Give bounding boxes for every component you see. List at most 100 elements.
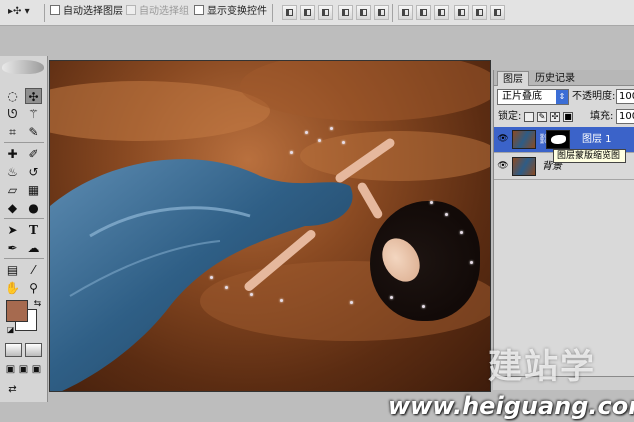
layer-mask-thumbnail[interactable] <box>546 130 570 149</box>
align-horizontal-centers-button[interactable] <box>356 5 371 20</box>
layer-name: 图层 1 <box>582 134 612 145</box>
crystal <box>225 286 228 289</box>
distribute-right-button[interactable] <box>490 5 505 20</box>
photoshop-window: ▸✣ ▾ 自动选择图层 自动选择组 显示变换控件 ◌ ✣ ᘎ ⚚ ⌗ ✎ ✚ ✐… <box>0 0 634 422</box>
hand-icon[interactable]: ✋ <box>4 280 21 296</box>
align-left-edges-button[interactable] <box>338 5 353 20</box>
blend-mode-select[interactable]: 正片叠底 ⇕ <box>497 89 569 105</box>
auto-select-group-label: 自动选择组 <box>139 6 189 17</box>
gradient-icon[interactable]: ▦ <box>25 182 42 198</box>
auto-select-layer-checkbox[interactable]: 自动选择图层 <box>50 4 123 20</box>
tooltip: 图层蒙版缩览图 <box>553 149 626 163</box>
crystal <box>390 296 393 299</box>
watermark-url: www.heiguang.com <box>388 392 634 420</box>
crystal <box>210 276 213 279</box>
healing-brush-icon[interactable]: ✚ <box>4 146 21 162</box>
lock-transparency-icon[interactable] <box>524 112 534 122</box>
crystal <box>280 299 283 302</box>
distribute-top-button[interactable] <box>398 5 413 20</box>
type-icon[interactable]: T <box>25 222 42 238</box>
jump-to-imageready-icon[interactable]: ⇄ <box>4 382 21 398</box>
checkbox-icon <box>194 5 204 15</box>
align-vertical-centers-button[interactable] <box>300 5 315 20</box>
opacity-input[interactable]: 100% <box>616 89 634 104</box>
marquee-icon[interactable]: ◌ <box>4 88 21 104</box>
crystal <box>460 231 463 234</box>
default-colors-icon[interactable]: ◪ <box>2 322 19 338</box>
magic-wand-icon[interactable]: ⚚ <box>25 106 42 122</box>
move-tool-preset-icon[interactable]: ▸✣ ▾ <box>8 4 30 20</box>
align-right-edges-button[interactable] <box>374 5 389 20</box>
eye-icon[interactable]: 👁 <box>497 134 509 144</box>
eye-icon[interactable]: 👁 <box>497 161 509 171</box>
layer-thumbnail[interactable] <box>512 130 536 149</box>
fill-input[interactable]: 100% <box>616 109 634 124</box>
tab-history[interactable]: 历史记录 <box>530 71 580 86</box>
zoom-icon[interactable]: ⚲ <box>25 280 42 296</box>
checkbox-icon <box>50 5 60 15</box>
foreground-color-swatch[interactable] <box>6 300 28 322</box>
lock-all-icon[interactable]: ■ <box>563 112 573 122</box>
crystal <box>290 151 293 154</box>
pen-icon[interactable]: ✒ <box>4 240 21 256</box>
distribute-vertical-centers-button[interactable] <box>416 5 431 20</box>
swap-colors-icon[interactable]: ⇆ <box>29 296 46 312</box>
history-brush-icon[interactable]: ↺ <box>25 164 42 180</box>
watermark-logo: 建站学 <box>488 347 596 387</box>
crystal <box>445 213 448 216</box>
distribute-horizontal-centers-button[interactable] <box>472 5 487 20</box>
tool-divider <box>4 258 44 259</box>
blur-icon[interactable]: ◆ <box>4 200 21 216</box>
shape-icon[interactable]: ☁ <box>25 240 42 256</box>
tool-divider <box>4 142 44 143</box>
lasso-icon[interactable]: ᘎ <box>4 106 21 122</box>
dodge-icon[interactable]: ● <box>25 200 42 216</box>
tool-divider <box>4 218 44 219</box>
tab-layers[interactable]: 图层 <box>497 71 529 86</box>
crystal <box>470 261 473 264</box>
crystal <box>342 141 345 144</box>
auto-select-group-checkbox[interactable]: 自动选择组 <box>126 4 189 20</box>
options-divider <box>44 4 45 22</box>
checkbox-icon <box>126 5 136 15</box>
show-transform-controls-label: 显示变换控件 <box>207 6 267 17</box>
show-transform-controls-checkbox[interactable]: 显示变换控件 <box>194 4 267 20</box>
panel-tab-bar: 图层 历史记录 <box>494 70 634 86</box>
document-canvas[interactable] <box>49 60 491 392</box>
eyedropper-icon[interactable]: ⁄ <box>25 262 42 278</box>
crystal <box>350 301 353 304</box>
standard-mode-button[interactable] <box>5 343 22 357</box>
crop-icon[interactable]: ⌗ <box>4 124 21 140</box>
lock-image-icon[interactable]: ✎ <box>537 112 547 122</box>
path-select-icon[interactable]: ➤ <box>4 222 21 238</box>
dropdown-arrow-icon: ⇕ <box>556 90 568 104</box>
blue-dress <box>50 159 353 391</box>
lock-position-icon[interactable]: ✣ <box>550 112 560 122</box>
move-icon[interactable]: ✣ <box>25 88 42 104</box>
clone-stamp-icon[interactable]: ♨ <box>4 164 21 180</box>
distribute-left-button[interactable] <box>454 5 469 20</box>
lock-label: 锁定: <box>498 111 522 122</box>
tools-panel: ◌ ✣ ᘎ ⚚ ⌗ ✎ ✚ ✐ ♨ ↺ ▱ ▦ ◆ ● ➤ T ✒ ☁ ▤ ⁄ … <box>0 56 48 402</box>
feather-logo-icon <box>2 60 44 74</box>
layer-thumbnail[interactable] <box>512 157 536 176</box>
slice-icon[interactable]: ✎ <box>25 124 42 140</box>
fill-label: 填充: <box>590 111 614 122</box>
options-bar: ▸✣ ▾ 自动选择图层 自动选择组 显示变换控件 <box>0 0 634 26</box>
notes-icon[interactable]: ▤ <box>4 262 21 278</box>
crystal <box>430 201 433 204</box>
crystal <box>330 127 333 130</box>
blend-mode-value: 正片叠底 <box>502 91 542 102</box>
crystal <box>422 305 425 308</box>
brush-icon[interactable]: ✐ <box>25 146 42 162</box>
screen-mode-full-icon[interactable]: ▣ <box>28 362 45 378</box>
align-top-edges-button[interactable] <box>282 5 297 20</box>
satin-fold <box>240 61 490 121</box>
quick-mask-mode-button[interactable] <box>25 343 42 357</box>
align-bottom-edges-button[interactable] <box>318 5 333 20</box>
eraser-icon[interactable]: ▱ <box>4 182 21 198</box>
crystal <box>305 131 308 134</box>
distribute-bottom-button[interactable] <box>434 5 449 20</box>
options-divider <box>272 4 273 22</box>
satin-fold <box>50 81 270 141</box>
